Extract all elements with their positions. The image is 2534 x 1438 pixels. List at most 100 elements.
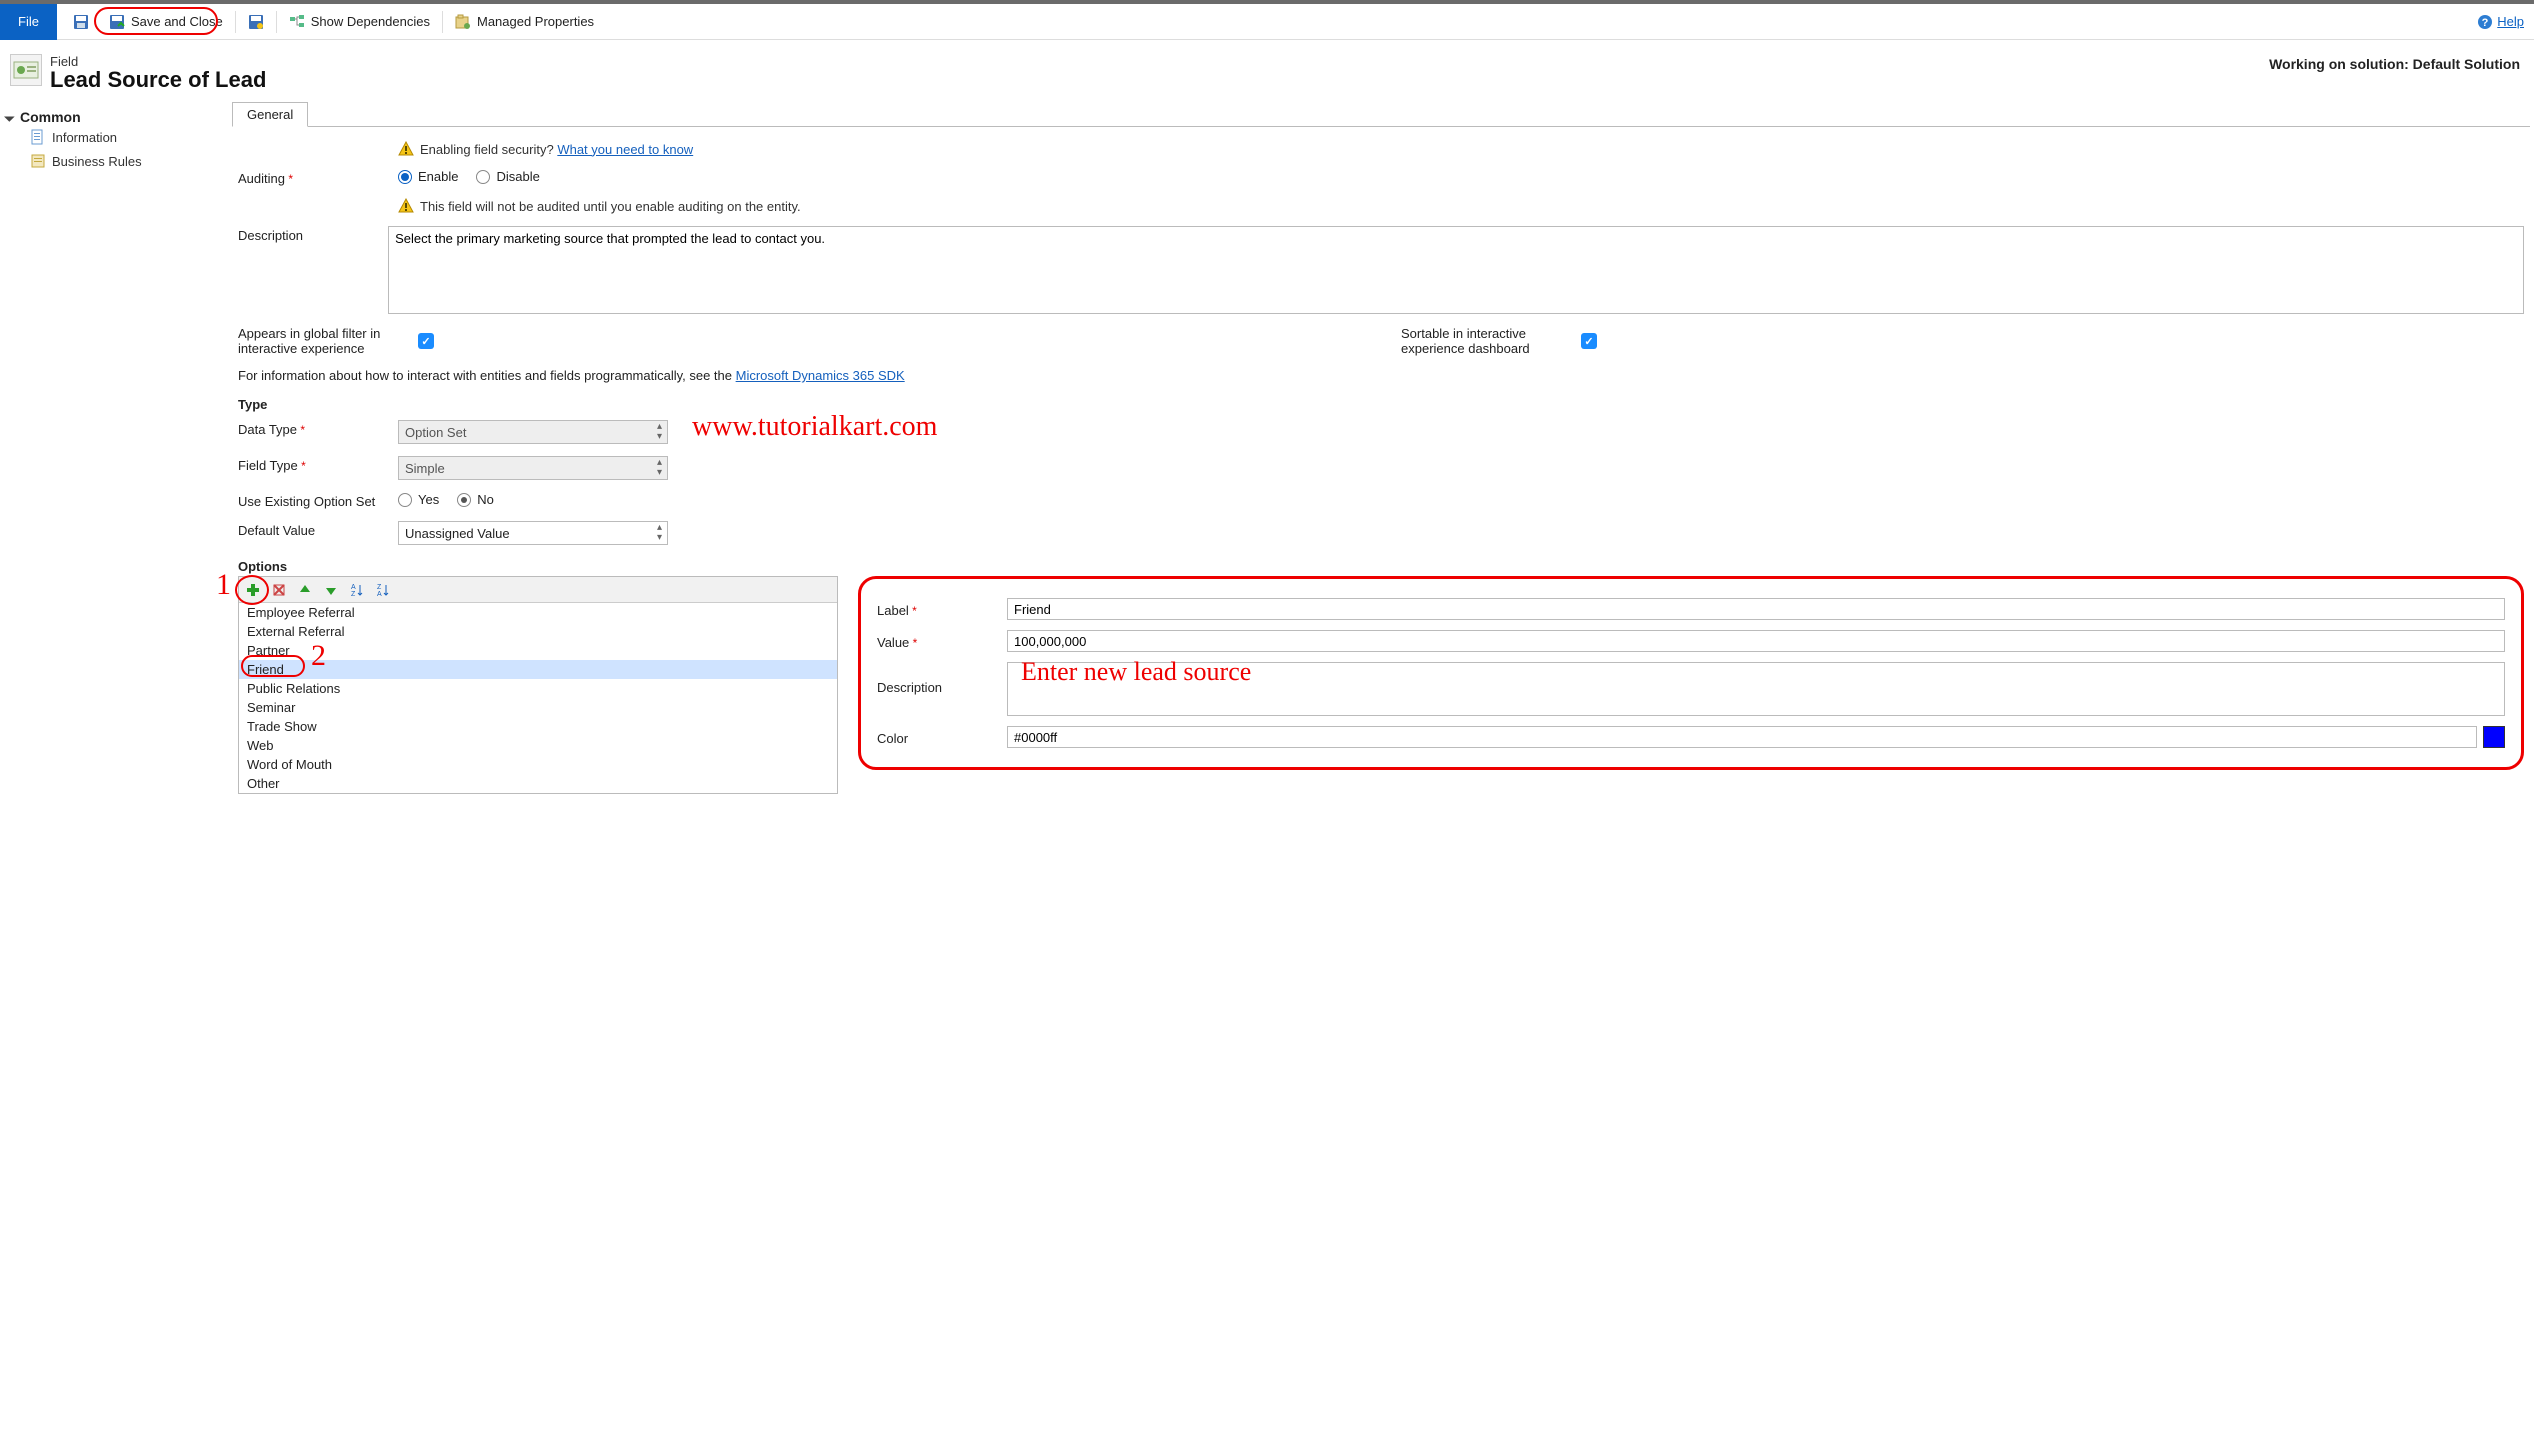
delete-option-button[interactable] — [271, 582, 287, 598]
warning-icon — [398, 198, 414, 214]
color-swatch[interactable] — [2483, 726, 2505, 748]
options-panel: AZ ZA Employee ReferralExternal Referral… — [238, 576, 838, 794]
option-item[interactable]: Employee Referral — [239, 603, 837, 622]
options-toolbar: AZ ZA — [239, 577, 837, 603]
auditing-enable-radio[interactable]: Enable — [398, 169, 458, 184]
option-item[interactable]: Partner — [239, 641, 837, 660]
annotation-watermark: www.tutorialkart.com — [692, 411, 937, 443]
save-button[interactable] — [57, 4, 99, 40]
add-option-button[interactable] — [245, 582, 261, 598]
svg-text:Z: Z — [351, 591, 356, 598]
option-item[interactable]: Web — [239, 736, 837, 755]
option-item[interactable]: Word of Mouth — [239, 755, 837, 774]
save-as-button[interactable] — [238, 4, 274, 40]
auditing-disable-radio[interactable]: Disable — [476, 169, 539, 184]
detail-value-label: Value — [877, 633, 1007, 650]
audit-note-text: This field will not be audited until you… — [420, 199, 801, 214]
options-list: Employee ReferralExternal ReferralPartne… — [239, 603, 837, 793]
detail-color-input[interactable] — [1007, 726, 2477, 748]
toolbar: File Save and Close Show Dependencies Ma… — [0, 4, 2534, 40]
warning-icon — [398, 141, 414, 157]
option-item[interactable]: Friend — [239, 660, 837, 679]
tab-general[interactable]: General — [232, 102, 308, 127]
dependencies-icon — [289, 14, 305, 30]
help-link[interactable]: ? Help — [2477, 14, 2534, 30]
field-type-select[interactable]: Simple ▴▾ — [398, 456, 668, 480]
default-value-label: Default Value — [238, 521, 398, 538]
annotation-number-1: 1 — [216, 568, 231, 602]
description-label: Description — [238, 226, 388, 243]
field-security-warning: Enabling field security? What you need t… — [398, 141, 693, 157]
show-dependencies-label: Show Dependencies — [311, 14, 430, 29]
save-as-icon — [248, 14, 264, 30]
sdk-note: For information about how to interact wi… — [238, 362, 2524, 389]
option-item[interactable]: Public Relations — [239, 679, 837, 698]
sort-asc-button[interactable]: AZ — [349, 582, 365, 598]
toolbar-separator — [276, 11, 277, 33]
select-value: Unassigned Value — [405, 526, 510, 541]
default-value-select[interactable]: Unassigned Value ▴▾ — [398, 521, 668, 545]
help-icon: ? — [2477, 14, 2493, 30]
page-header: Field Lead Source of Lead Working on sol… — [0, 40, 2534, 99]
sidebar-item-information[interactable]: Information — [10, 125, 212, 149]
sort-desc-button[interactable]: ZA — [375, 582, 391, 598]
page-title: Lead Source of Lead — [50, 67, 266, 93]
use-existing-yes-radio[interactable]: Yes — [398, 492, 439, 507]
option-item[interactable]: Other — [239, 774, 837, 793]
audit-entity-warning: This field will not be audited until you… — [398, 198, 801, 214]
show-dependencies-button[interactable]: Show Dependencies — [279, 4, 440, 40]
security-warning-text: Enabling field security? — [420, 142, 554, 157]
global-filter-checkbox[interactable] — [418, 333, 434, 349]
managed-properties-button[interactable]: Managed Properties — [445, 4, 604, 40]
type-heading: Type — [238, 389, 2524, 414]
select-value: Option Set — [405, 425, 466, 440]
svg-text:A: A — [351, 584, 356, 591]
toolbar-separator — [235, 11, 236, 33]
toolbar-separator — [442, 11, 443, 33]
sidebar-section-common[interactable]: Common — [10, 109, 212, 125]
sortable-checkbox[interactable] — [1581, 333, 1597, 349]
chevron-updown-icon: ▴▾ — [657, 523, 661, 543]
option-item[interactable]: Seminar — [239, 698, 837, 717]
sidebar-item-label: Business Rules — [52, 154, 142, 169]
move-up-button[interactable] — [297, 582, 313, 598]
option-item[interactable]: External Referral — [239, 622, 837, 641]
option-item[interactable]: Trade Show — [239, 717, 837, 736]
entity-icon — [10, 54, 42, 86]
svg-text:Z: Z — [377, 584, 382, 591]
sdk-note-prefix: For information about how to interact wi… — [238, 368, 736, 383]
sidebar: Common Information Business Rules — [0, 99, 222, 814]
option-detail-panel: Label Value Description Color — [858, 576, 2524, 770]
data-type-select[interactable]: Option Set ▴▾ — [398, 420, 668, 444]
radio-label: No — [477, 492, 494, 507]
help-label: Help — [2497, 14, 2524, 29]
radio-label: Yes — [418, 492, 439, 507]
solution-context: Working on solution: Default Solution — [2269, 54, 2524, 72]
select-value: Simple — [405, 461, 445, 476]
chevron-updown-icon: ▴▾ — [657, 458, 661, 478]
rules-icon — [30, 153, 46, 169]
sdk-link[interactable]: Microsoft Dynamics 365 SDK — [736, 368, 905, 383]
svg-text:A: A — [377, 591, 382, 598]
sidebar-item-label: Information — [52, 130, 117, 145]
save-and-close-button[interactable]: Save and Close — [99, 4, 233, 40]
detail-value-input[interactable] — [1007, 630, 2505, 652]
file-menu[interactable]: File — [0, 4, 57, 40]
chevron-updown-icon: ▴▾ — [657, 422, 661, 442]
use-existing-no-radio[interactable]: No — [457, 492, 494, 507]
annotation-enter-new-lead-source: Enter new lead source — [1021, 657, 1251, 687]
move-down-button[interactable] — [323, 582, 339, 598]
options-heading: Options — [238, 551, 2524, 576]
radio-label: Disable — [496, 169, 539, 184]
description-textarea[interactable]: Select the primary marketing source that… — [388, 226, 2524, 314]
detail-label-label: Label — [877, 601, 1007, 618]
sidebar-item-business-rules[interactable]: Business Rules — [10, 149, 212, 173]
detail-description-label: Description — [877, 662, 1007, 695]
managed-properties-label: Managed Properties — [477, 14, 594, 29]
security-link[interactable]: What you need to know — [557, 142, 693, 157]
detail-label-input[interactable] — [1007, 598, 2505, 620]
save-icon — [73, 14, 89, 30]
field-type-label: Field Type — [238, 456, 398, 473]
use-existing-label: Use Existing Option Set — [238, 492, 398, 509]
save-and-close-label: Save and Close — [131, 14, 223, 29]
